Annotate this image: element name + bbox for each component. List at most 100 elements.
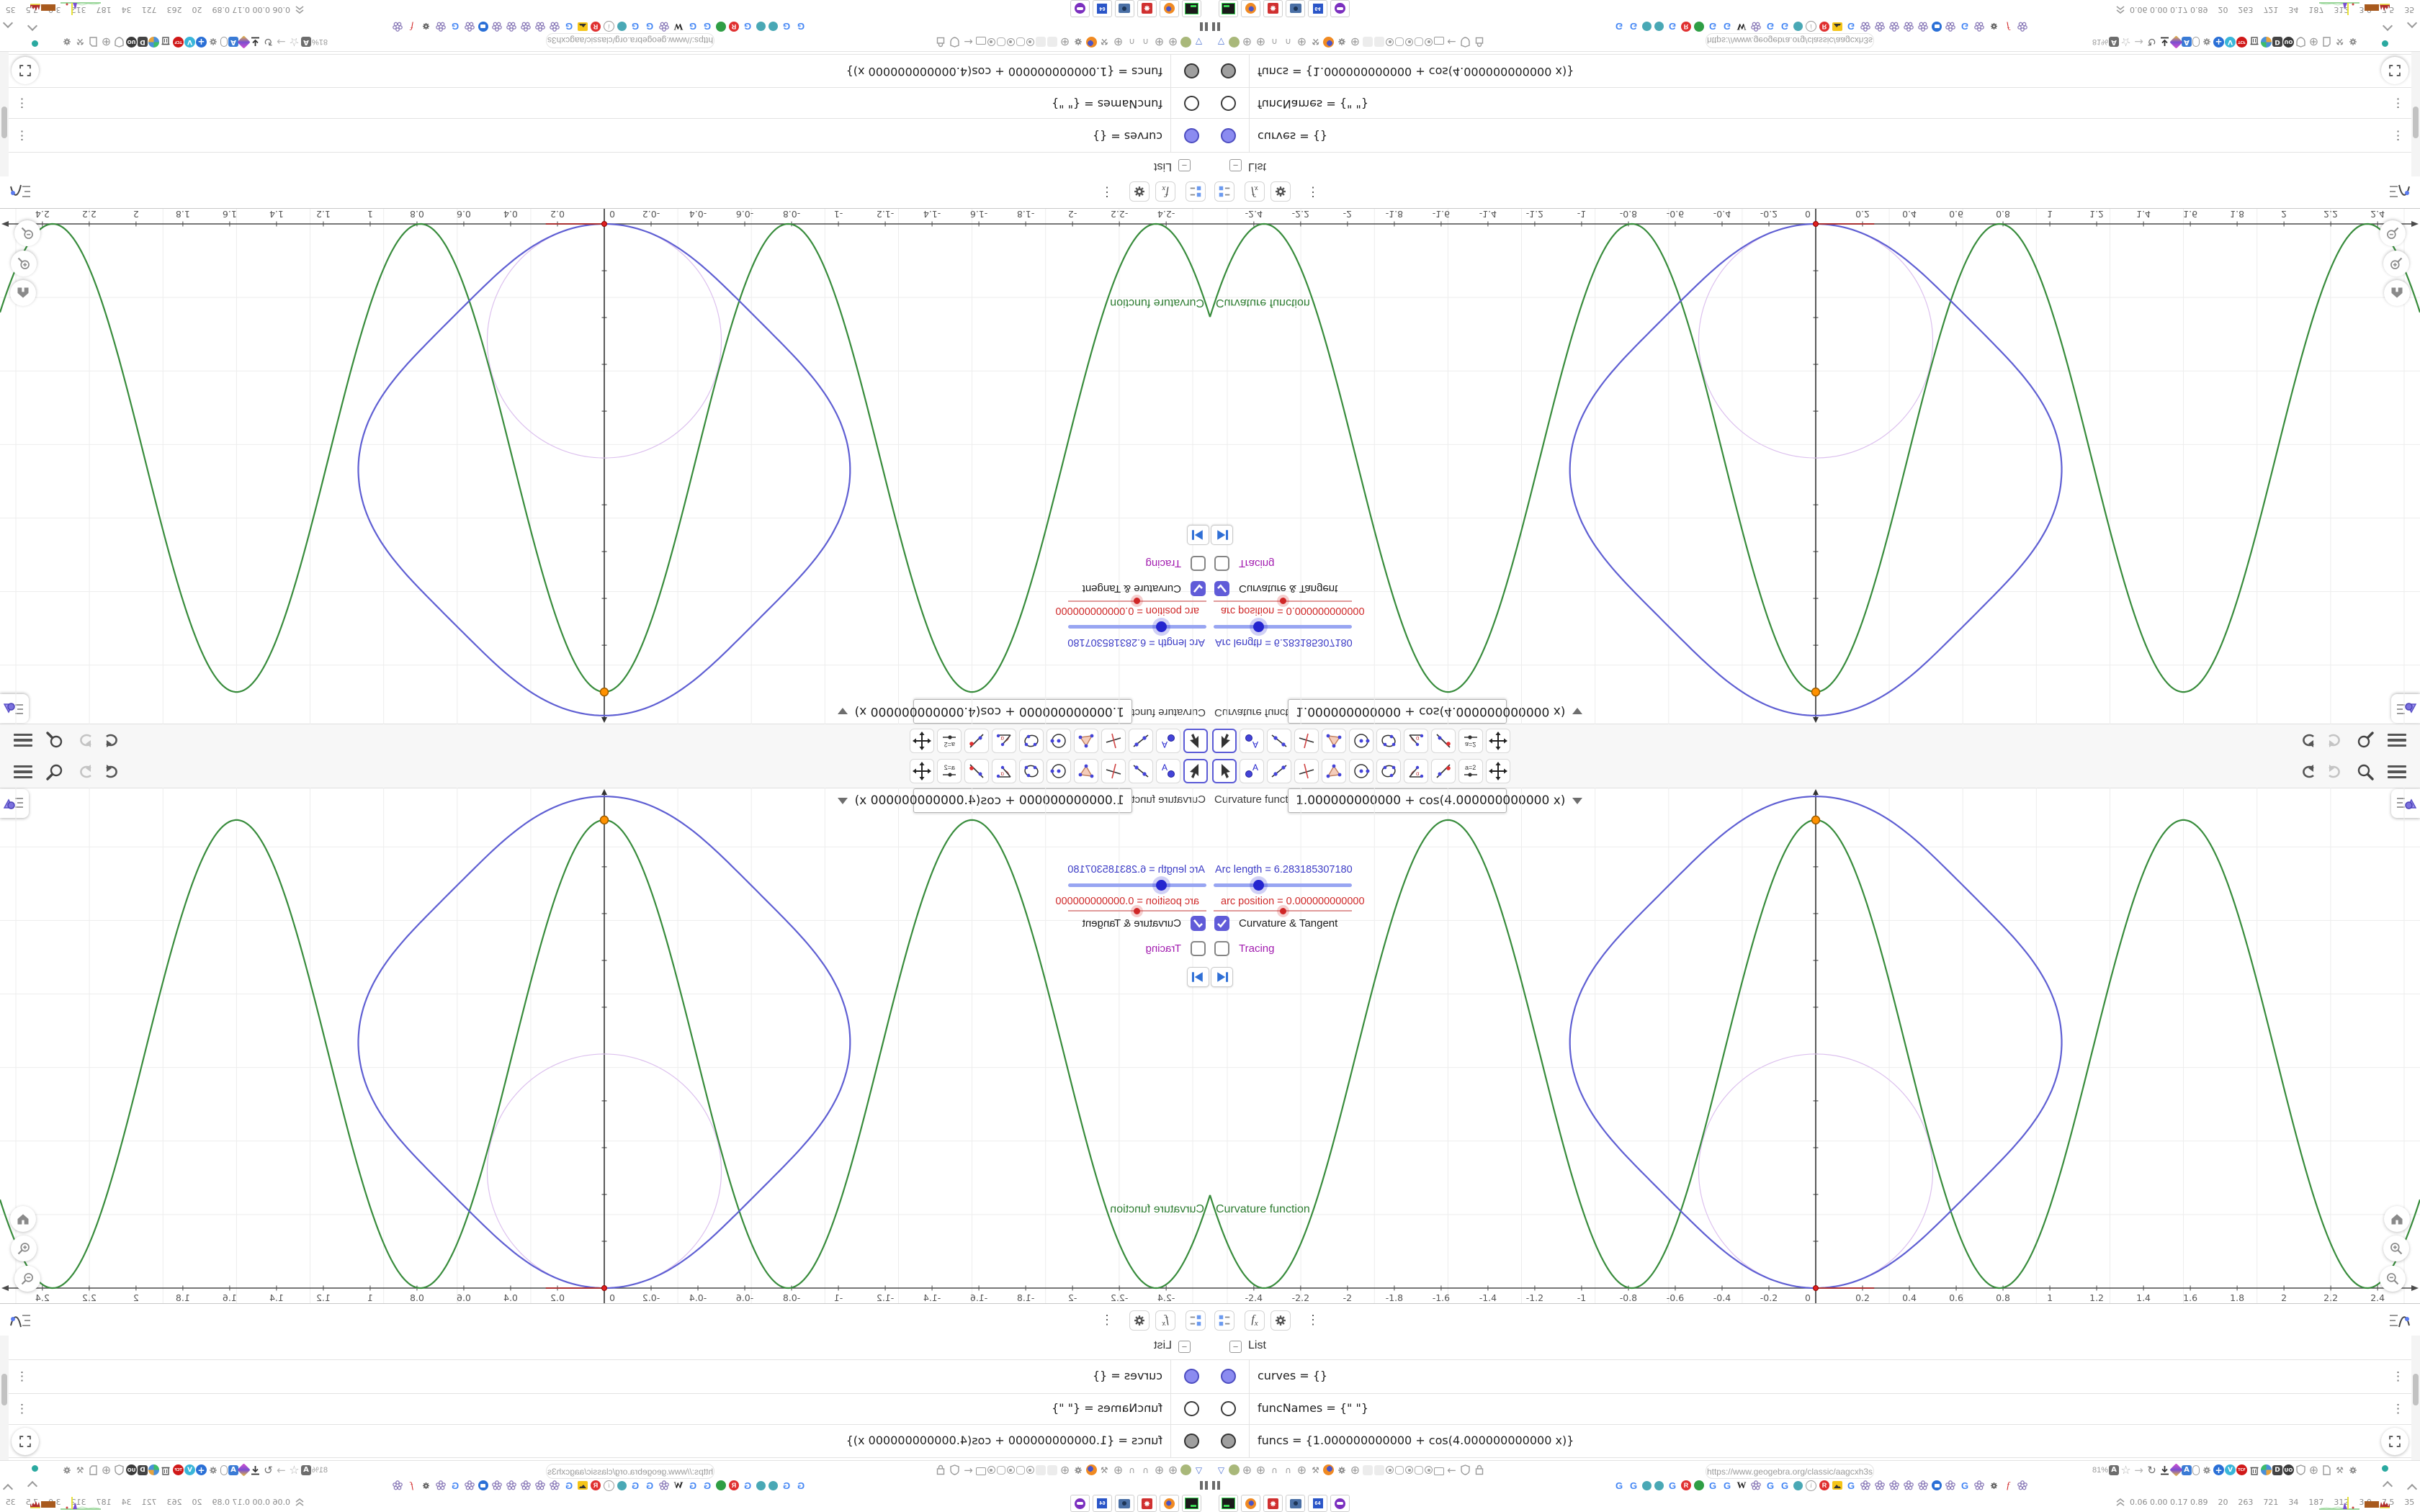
taskbar-app-firefox[interactable]	[1241, 1495, 1260, 1512]
algebra-row-curves[interactable]: curves = {} ⋮	[1210, 1359, 2420, 1393]
archive-icon[interactable]: D	[2272, 37, 2282, 48]
algebra-row-funcnames[interactable]: funcNames = {" "} ⋮	[1210, 88, 2420, 119]
tool-move-graphics-view[interactable]	[910, 759, 934, 783]
bookmark-flower-icon[interactable]	[1874, 21, 1886, 32]
bookmark-flower-icon[interactable]	[1945, 1480, 1956, 1491]
radot-icon[interactable]	[987, 38, 995, 46]
bookmark-g-icon[interactable]: G	[449, 1480, 461, 1491]
pluscircle-icon[interactable]: +	[2213, 1464, 2224, 1475]
taskbar-app-bot[interactable]	[1070, 1495, 1090, 1512]
arc-icon[interactable]: ∩	[1126, 36, 1138, 48]
bookmark-flower-icon[interactable]	[435, 1480, 447, 1491]
page-icon[interactable]	[87, 36, 99, 48]
arc-position-slider-thumb[interactable]	[1133, 598, 1140, 605]
fwdarrow-icon[interactable]: →	[275, 1464, 287, 1477]
menu-icon[interactable]	[13, 730, 33, 750]
taskbar-app-screenshot[interactable]	[1286, 1495, 1305, 1512]
bookmark-dot-icon[interactable]	[1654, 1480, 1664, 1490]
bookmark-g-icon[interactable]: G	[1613, 21, 1625, 32]
recred-icon[interactable]: TCF	[173, 37, 184, 48]
gear-icon[interactable]	[1335, 36, 1348, 48]
visibility-marble[interactable]	[1184, 96, 1199, 111]
url-bar[interactable]: https://www.geogebra.org/classic/aagcxh3…	[1706, 33, 1874, 48]
globe-icon[interactable]: ⊕	[1112, 35, 1124, 49]
globecolor-icon[interactable]	[2261, 1464, 2272, 1475]
marker-icon[interactable]	[2169, 35, 2183, 49]
zoom-out-button[interactable]	[14, 220, 40, 246]
bookmark-chat-icon[interactable]	[478, 1480, 488, 1490]
arc-icon[interactable]: ∩	[1282, 1464, 1294, 1476]
taskbar-app-terminal[interactable]	[1182, 1495, 1201, 1512]
globe-icon[interactable]: ⊕	[1241, 1463, 1253, 1477]
tool-move-graphics-view[interactable]	[1486, 729, 1510, 753]
page-icon[interactable]	[2321, 1464, 2333, 1476]
fwdarrow-icon[interactable]: →	[2133, 36, 2145, 49]
blank-icon[interactable]	[1363, 1464, 1373, 1475]
archive-icon[interactable]: D	[2272, 1464, 2282, 1475]
recred-icon[interactable]: TCF	[2236, 37, 2247, 48]
folder-icon[interactable]	[976, 1467, 986, 1475]
ra-icon[interactable]	[1415, 1465, 1423, 1475]
scrollbar-thumb[interactable]	[1, 107, 7, 138]
bookmark-flower-icon[interactable]	[1903, 1480, 1914, 1491]
undo-icon[interactable]	[2298, 730, 2318, 750]
list-group-row[interactable]: − List	[1210, 153, 2420, 176]
bookmark-g-icon[interactable]: G	[687, 1480, 699, 1491]
bookmark-g-icon[interactable]: G	[449, 21, 461, 32]
tool-conic-five-points[interactable]	[1376, 729, 1401, 753]
radot-icon[interactable]	[1425, 1466, 1433, 1474]
tool-line[interactable]	[1129, 759, 1153, 783]
taskbar-app-floppy64[interactable]: 64	[1093, 0, 1112, 17]
curve-label[interactable]: Curvature function	[1110, 1203, 1204, 1215]
shield-icon[interactable]	[949, 1464, 961, 1476]
tool-angle[interactable]: α	[1404, 729, 1428, 753]
download-icon[interactable]	[249, 1464, 261, 1476]
search-icon[interactable]	[45, 762, 65, 782]
ra-icon[interactable]	[1016, 37, 1025, 47]
page-icon[interactable]	[2321, 36, 2333, 48]
algebra-row-curves[interactable]: curves = {} ⋮	[1210, 119, 2420, 153]
collapse-button[interactable]: −	[1178, 1341, 1191, 1353]
arc-position-slider[interactable]	[1068, 598, 1206, 605]
curvature-tangent-checkbox[interactable]	[1191, 581, 1206, 596]
bookmark-w-icon[interactable]: W	[673, 1480, 684, 1491]
bookmark-flower-icon[interactable]	[435, 21, 447, 32]
ra-icon[interactable]	[997, 1465, 1005, 1475]
tool-slider[interactable]: a=2	[1458, 729, 1483, 753]
bookmark-g-icon[interactable]: G	[1779, 1480, 1791, 1491]
wrench-icon[interactable]: ⚒	[74, 1464, 86, 1476]
reload-icon[interactable]: ↻	[2146, 1464, 2158, 1477]
zoom-out-button[interactable]	[2380, 220, 2406, 246]
bookmark-flower-icon[interactable]	[392, 1480, 403, 1491]
ra-icon[interactable]	[1415, 37, 1423, 47]
gear-icon[interactable]	[207, 36, 220, 48]
tool-point[interactable]: A	[1240, 759, 1264, 783]
bookmark-f-icon[interactable]: f	[406, 21, 418, 32]
ra-icon[interactable]	[997, 37, 1005, 47]
pluscircle-icon[interactable]: +	[196, 1464, 207, 1475]
bookmark-dot-icon[interactable]	[1654, 22, 1664, 32]
funnel-icon[interactable]: ▽	[1215, 1464, 1227, 1476]
trash-icon[interactable]	[160, 1464, 172, 1476]
algebra-row-curves[interactable]: curves = {} ⋮	[0, 119, 1210, 153]
step-button[interactable]	[1211, 967, 1233, 987]
tool-line[interactable]	[1267, 759, 1291, 783]
bookmark-flower-icon[interactable]	[1860, 1480, 1871, 1491]
archive-icon[interactable]: D	[138, 1464, 148, 1475]
tool-move[interactable]	[1212, 759, 1237, 783]
bookmark-web-icon[interactable]	[716, 22, 726, 32]
curvature-tangent-checkbox[interactable]	[1214, 916, 1229, 931]
bookmark-flower-icon[interactable]	[1750, 21, 1762, 32]
bookmark-flower-icon[interactable]	[491, 21, 503, 32]
bookmark-flower-icon[interactable]	[1917, 1480, 1929, 1491]
taskbar-app-firefox[interactable]	[1160, 0, 1179, 17]
radot-icon[interactable]	[1026, 1466, 1034, 1474]
tool-move[interactable]	[1183, 729, 1208, 753]
tracing-checkbox[interactable]	[1214, 941, 1229, 956]
algebra-more-icon[interactable]: ⋮	[1101, 185, 1113, 199]
radot-icon[interactable]	[1007, 38, 1015, 46]
row-more-icon[interactable]: ⋮	[16, 128, 28, 143]
gear-icon[interactable]	[2347, 1464, 2359, 1476]
bookmark-flower-icon[interactable]	[1973, 21, 1985, 32]
globe-icon[interactable]: ⊕	[1241, 35, 1253, 49]
